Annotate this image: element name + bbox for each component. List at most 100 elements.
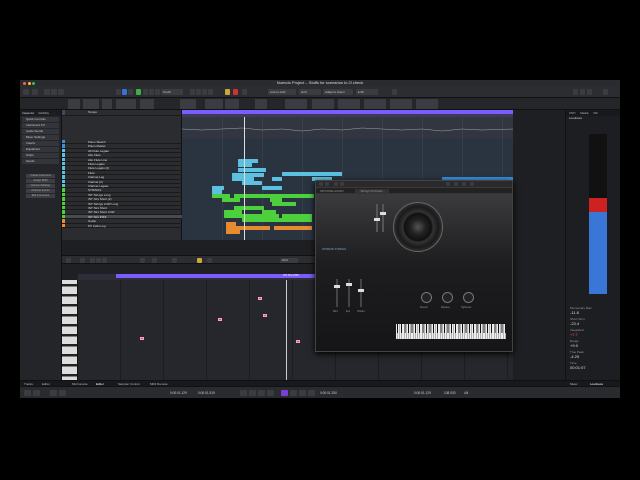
inspector-button[interactable]: Channel Settings bbox=[26, 184, 55, 188]
auto-scroll-button[interactable] bbox=[80, 257, 85, 263]
project-ruler[interactable] bbox=[182, 110, 513, 117]
zoom-icon[interactable] bbox=[32, 82, 35, 85]
show-left-zone-button[interactable] bbox=[51, 89, 57, 95]
tightness-knob[interactable] bbox=[463, 292, 474, 303]
dynamics-slider[interactable] bbox=[380, 204, 386, 232]
inspector-section[interactable]: Strips bbox=[22, 153, 59, 158]
goto-start-button[interactable] bbox=[240, 390, 247, 396]
fader-handle[interactable] bbox=[334, 285, 340, 288]
info-field[interactable] bbox=[390, 99, 412, 109]
inspector-button[interactable]: Assign MIDI bbox=[26, 179, 55, 183]
forward-button[interactable] bbox=[258, 390, 265, 396]
snap-button[interactable] bbox=[242, 89, 247, 95]
mute-button[interactable] bbox=[116, 89, 121, 95]
info-field[interactable] bbox=[285, 99, 307, 109]
mixer-button[interactable] bbox=[580, 89, 585, 95]
erase-tool[interactable] bbox=[102, 257, 107, 263]
expression-slider[interactable] bbox=[374, 204, 380, 232]
midi-note[interactable] bbox=[263, 314, 267, 317]
fader-handle[interactable] bbox=[358, 289, 364, 292]
tab-media[interactable]: Media bbox=[580, 111, 588, 115]
vibrato-fader[interactable] bbox=[358, 279, 364, 307]
midi-note[interactable] bbox=[140, 337, 144, 340]
editor-cursor[interactable] bbox=[286, 280, 287, 382]
tab-inspector[interactable]: Inspector bbox=[22, 111, 34, 115]
info-field[interactable] bbox=[102, 99, 112, 109]
draw-tool[interactable] bbox=[96, 257, 101, 263]
minimize-icon[interactable] bbox=[27, 82, 31, 85]
inspector-section[interactable]: Audio Sends bbox=[22, 129, 59, 134]
midi-note[interactable] bbox=[258, 297, 262, 300]
midi-part[interactable] bbox=[274, 226, 312, 230]
midi-part[interactable] bbox=[222, 198, 240, 202]
color-button[interactable] bbox=[197, 257, 202, 263]
automation-mode-select[interactable]: Touch bbox=[161, 89, 183, 95]
inspector-section[interactable]: Inserts bbox=[22, 141, 59, 146]
fader-handle[interactable] bbox=[346, 283, 352, 286]
tab-visibility[interactable]: Visibility bbox=[38, 111, 49, 115]
release-knob[interactable] bbox=[442, 292, 453, 303]
info-field[interactable] bbox=[116, 99, 136, 109]
midi-note[interactable] bbox=[296, 340, 300, 343]
select-tool[interactable] bbox=[90, 257, 95, 263]
grid-type-select[interactable]: Grid bbox=[299, 89, 321, 95]
write-automation-button[interactable] bbox=[128, 89, 133, 95]
piano-keyboard[interactable] bbox=[62, 280, 78, 382]
project-cursor[interactable] bbox=[244, 117, 245, 240]
info-field[interactable] bbox=[364, 99, 386, 109]
signature-display[interactable]: 4/4 bbox=[464, 390, 468, 396]
read-automation-button[interactable] bbox=[122, 89, 127, 95]
info-field[interactable] bbox=[255, 99, 267, 109]
tempo-track-lane[interactable] bbox=[182, 117, 513, 139]
info-field[interactable] bbox=[140, 99, 154, 109]
constrain-delay-button[interactable] bbox=[32, 89, 38, 95]
midi-part[interactable] bbox=[242, 181, 262, 185]
midi-note[interactable] bbox=[218, 318, 222, 321]
left-locator[interactable]: 0:00:01.129 bbox=[170, 390, 187, 396]
tab-vsti[interactable]: VSTi bbox=[569, 111, 575, 115]
link-zoom-select[interactable]: Link to Grid bbox=[268, 89, 296, 95]
color-tool[interactable] bbox=[225, 89, 230, 95]
inspector-section[interactable]: Instrument FX bbox=[22, 123, 59, 128]
show-lower-zone-button[interactable] bbox=[58, 89, 64, 95]
midi-part[interactable] bbox=[238, 168, 266, 172]
inspector-button[interactable]: Channel Inserts bbox=[26, 189, 55, 193]
plugin-preset-button[interactable] bbox=[454, 182, 458, 186]
precount-button[interactable] bbox=[33, 390, 40, 396]
grid-zoom-select[interactable]: Adapt to Zoom bbox=[323, 89, 353, 95]
tab-cr[interactable]: CR bbox=[593, 111, 597, 115]
goto-end-button[interactable] bbox=[267, 390, 274, 396]
midi-part[interactable] bbox=[242, 218, 312, 222]
rewind-button[interactable] bbox=[249, 390, 256, 396]
reverb-knob[interactable] bbox=[421, 292, 432, 303]
info-field[interactable] bbox=[338, 99, 360, 109]
quantize-select[interactable]: 1/16 bbox=[356, 89, 378, 95]
draw-tool[interactable] bbox=[190, 89, 195, 95]
glue-tool[interactable] bbox=[155, 89, 160, 95]
slider-handle[interactable] bbox=[380, 212, 386, 215]
range-tool[interactable] bbox=[143, 89, 148, 95]
midi-part[interactable] bbox=[262, 186, 282, 190]
info-field[interactable] bbox=[416, 99, 438, 109]
inspector-button[interactable]: Edit Instrument bbox=[26, 194, 55, 198]
plugin-power-button[interactable] bbox=[319, 182, 323, 186]
track-row[interactable]: Tempo bbox=[62, 110, 182, 116]
right-zone-button[interactable] bbox=[587, 89, 592, 95]
info-field[interactable] bbox=[205, 99, 223, 109]
track-row[interactable]: PX Cello Leg bbox=[62, 223, 182, 228]
inspector-section[interactable]: Sends bbox=[22, 159, 59, 164]
inspector-section[interactable]: Mixer Settings bbox=[22, 135, 59, 140]
midi-part[interactable] bbox=[282, 172, 342, 176]
info-field[interactable] bbox=[180, 99, 196, 109]
stop-button[interactable] bbox=[290, 390, 297, 396]
zoom-tool[interactable] bbox=[202, 89, 207, 95]
solo-editor-button[interactable] bbox=[66, 257, 71, 263]
midi-part[interactable] bbox=[272, 202, 296, 206]
plugin-copy-button[interactable] bbox=[462, 182, 466, 186]
plugin-bypass-button[interactable] bbox=[325, 182, 329, 186]
info-field[interactable] bbox=[68, 99, 80, 109]
time-display[interactable]: 0:00:01.250 bbox=[320, 390, 337, 396]
record-mode-button[interactable] bbox=[233, 89, 238, 95]
midi-part[interactable] bbox=[238, 163, 252, 167]
inspector-button[interactable]: Create Instrument bbox=[26, 174, 55, 178]
